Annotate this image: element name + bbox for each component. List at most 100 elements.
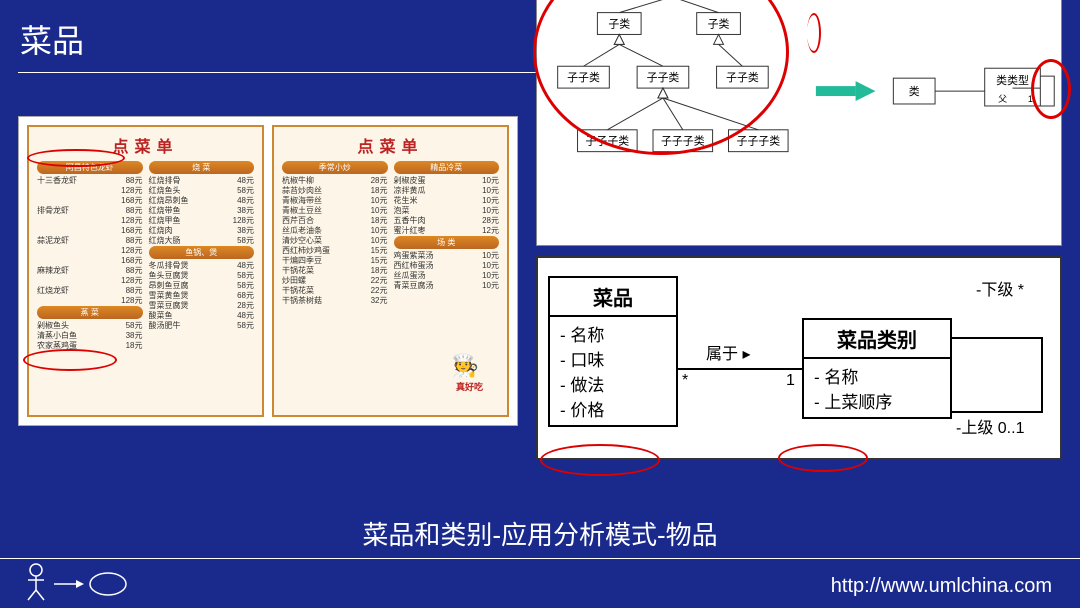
menu-item-row: 168元 <box>37 256 143 266</box>
slide-caption: 菜品和类别-应用分析模式-物品 <box>0 515 1080 552</box>
menu-item-row: 青菜豆腐汤10元 <box>394 281 500 291</box>
menu-item-row: 红烧肉38元 <box>149 226 255 236</box>
menu-item-row: 西芹百合18元 <box>282 216 388 226</box>
menu-item-row: 清蒸小白鱼38元 <box>37 331 143 341</box>
menu-item-row: 杭椒牛柳28元 <box>282 176 388 186</box>
uml-attr: 名称 <box>560 321 666 346</box>
annotation-circle-icon <box>23 349 117 371</box>
menu-item-row: 雪菜黄鱼煲68元 <box>149 291 255 301</box>
svg-text:子子类: 子子类 <box>726 70 759 84</box>
annotation-circle-icon <box>540 444 660 476</box>
uml-class-name: 菜品类别 <box>804 320 950 359</box>
uml-attr: 上菜顺序 <box>814 388 940 413</box>
menu-item-row: 昂刺鱼豆腐58元 <box>149 281 255 291</box>
menu-category: 蒸 菜 <box>37 306 143 319</box>
menu-item-row: 168元 <box>37 196 143 206</box>
chef-icon: 🧑‍🍳 <box>452 353 479 379</box>
menu-item-row: 麻辣龙虾88元 <box>37 266 143 276</box>
svg-text:子子子类: 子子子类 <box>661 134 705 148</box>
svg-text:类类型: 类类型 <box>996 73 1029 87</box>
svg-text:类: 类 <box>909 84 920 98</box>
menu-item-row: 青椒土豆丝10元 <box>282 206 388 216</box>
menu-item-row: 干锅茶树菇32元 <box>282 296 388 306</box>
menu-item-row: 丝瓜老油条10元 <box>282 226 388 236</box>
menu-item-row: 炒田螺22元 <box>282 276 388 286</box>
menu-item-row: 剁椒鱼头58元 <box>37 321 143 331</box>
uml-attr: 价格 <box>560 396 666 421</box>
svg-text:子子子类: 子子子类 <box>736 134 780 148</box>
uml-class-dish: 菜品 名称口味做法价格 <box>548 276 678 427</box>
footer: http://www.umlchina.com <box>0 558 1080 608</box>
menu-item-row: 红烧大肠58元 <box>149 236 255 246</box>
menu-item-row: 排骨龙虾88元 <box>37 206 143 216</box>
menu-item-row: 红烧甲鱼128元 <box>149 216 255 226</box>
menu-item-row: 酸菜鱼48元 <box>149 311 255 321</box>
svg-text:子类: 子类 <box>608 17 630 31</box>
menu-item-row: 丝瓜蛋汤10元 <box>394 271 500 281</box>
menu-item-row: 雪菜豆腐煲28元 <box>149 301 255 311</box>
menu-item-row: 清炒空心菜10元 <box>282 236 388 246</box>
svg-text:子子类: 子子类 <box>647 70 680 84</box>
menu-item-row: 干锅花菜18元 <box>282 266 388 276</box>
svg-text:1: 1 <box>1028 94 1033 104</box>
menu-category: 精品冷菜 <box>394 161 500 174</box>
uml-class-attrs: 名称口味做法价格 <box>550 317 676 425</box>
menu-heading: 点菜单 <box>282 133 499 157</box>
uml-class-category: 菜品类别 名称上菜顺序 <box>802 318 952 419</box>
menu-category: 场 类 <box>394 236 500 249</box>
menu-right-column: 点菜单 季常小炒杭椒牛柳28元蒜苔炒肉丝18元青椒海带丝10元青椒土豆丝10元西… <box>272 125 509 417</box>
menu-badge: 真好吃 <box>456 380 483 393</box>
uml-association-label: 属于 ▸ <box>706 340 750 364</box>
menu-item-row: 西红柿炒鸡蛋15元 <box>282 246 388 256</box>
menu-item-row: 鱼头豆腐煲58元 <box>149 271 255 281</box>
svg-text:父: 父 <box>998 94 1007 104</box>
menu-item-row: 128元 <box>37 276 143 286</box>
svg-text:子类: 子类 <box>708 17 730 31</box>
menu-item-row: 红烧带鱼38元 <box>149 206 255 216</box>
annotation-circle-icon <box>778 444 868 472</box>
uml-self-label-bottom: -上级 0..1 <box>956 414 1024 438</box>
menu-category: 鱼锅、煲 <box>149 246 255 259</box>
uml-association <box>678 368 802 370</box>
menu-item-row: 冬瓜排骨煲48元 <box>149 261 255 271</box>
menu-left-column: 点菜单 阿昌特色龙虾十三香龙虾88元128元168元排骨龙虾88元128元168… <box>27 125 264 417</box>
menu-item-row: 红烧龙虾88元 <box>37 286 143 296</box>
menu-item-row: 128元 <box>37 296 143 306</box>
uml-multiplicity: 1 <box>786 372 795 390</box>
footer-url: http://www.umlchina.com <box>831 575 1052 598</box>
menu-item-row: 酸汤肥牛58元 <box>149 321 255 331</box>
menu-item-row: 泡菜10元 <box>394 206 500 216</box>
menu-image: 点菜单 阿昌特色龙虾十三香龙虾88元128元168元排骨龙虾88元128元168… <box>18 116 518 426</box>
uml-attr: 名称 <box>814 363 940 388</box>
menu-category: 季常小炒 <box>282 161 388 174</box>
uml-attr: 口味 <box>560 346 666 371</box>
menu-item-row: 西红柿蛋汤10元 <box>394 261 500 271</box>
tree-diagram: 超类子类子类子子类子子类子子类子子子类子子子类子子子类 类 类类型 父 1 <box>536 0 1062 246</box>
uml-class-name: 菜品 <box>550 278 676 317</box>
menu-item-row: 花生米10元 <box>394 196 500 206</box>
menu-item-row: 红烧昂刺鱼48元 <box>149 196 255 206</box>
menu-item-row: 凉拌黄瓜10元 <box>394 186 500 196</box>
svg-text:子子子类: 子子子类 <box>586 134 630 148</box>
uml-multiplicity: * <box>682 372 688 390</box>
menu-item-row: 红烧鱼头58元 <box>149 186 255 196</box>
svg-text:子子类: 子子类 <box>567 70 600 84</box>
menu-item-row: 蜜汁红枣12元 <box>394 226 500 236</box>
uml-class-attrs: 名称上菜顺序 <box>804 359 950 417</box>
menu-item-row: 十三香龙虾88元 <box>37 176 143 186</box>
menu-item-row: 蒜泥龙虾88元 <box>37 236 143 246</box>
uml-self-label-top: -下级 * <box>976 276 1024 300</box>
annotation-circle-icon <box>27 149 125 167</box>
menu-item-row: 鸡蛋紫菜汤10元 <box>394 251 500 261</box>
tree-svg: 超类子类子类子子类子子类子子类子子子类子子子类子子子类 类 类类型 父 1 <box>537 0 1061 245</box>
uml-self-association <box>952 292 1064 432</box>
uml-attr: 做法 <box>560 371 666 396</box>
menu-item-row: 干锅花菜22元 <box>282 286 388 296</box>
menu-item-row: 168元 <box>37 226 143 236</box>
menu-item-row: 蒜苔炒肉丝18元 <box>282 186 388 196</box>
actor-usecase-icon <box>18 560 128 604</box>
menu-item-row: 128元 <box>37 216 143 226</box>
menu-item-row: 剁椒皮蛋10元 <box>394 176 500 186</box>
menu-category: 烧 菜 <box>149 161 255 174</box>
menu-item-row: 五香牛肉28元 <box>394 216 500 226</box>
